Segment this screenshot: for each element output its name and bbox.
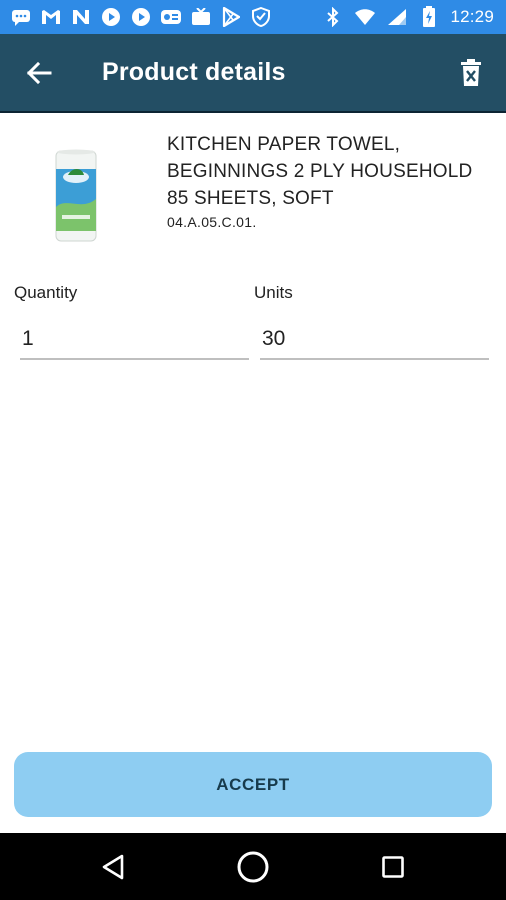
back-button[interactable] — [22, 56, 56, 90]
product-code: 04.A.05.C.01. — [167, 214, 257, 230]
status-time: 12:29 — [450, 7, 494, 26]
page-title: Product details — [102, 58, 286, 86]
arrow-left-icon — [26, 61, 52, 85]
gmail-icon — [40, 7, 62, 27]
wifi-icon — [354, 7, 376, 27]
system-indicators: 12:29 — [322, 6, 506, 27]
product-image — [52, 149, 100, 243]
play-circle-icon — [130, 7, 152, 27]
tv-icon — [190, 7, 212, 27]
home-circle-icon — [237, 851, 269, 883]
play-circle-icon — [100, 7, 122, 27]
quantity-input[interactable] — [20, 320, 249, 360]
accept-button[interactable]: ACCEPT — [14, 752, 492, 817]
battery-icon — [418, 6, 440, 27]
back-triangle-icon — [102, 854, 124, 880]
cell-signal-icon — [386, 7, 408, 27]
media-icon — [160, 7, 182, 27]
units-input[interactable] — [260, 320, 489, 360]
units-label: Units — [254, 283, 293, 302]
app-bar: Product details — [0, 34, 506, 112]
product-name: KITCHEN PAPER TOWEL, BEGINNINGS 2 PLY HO… — [167, 134, 473, 209]
system-nav-bar — [0, 833, 506, 900]
play-store-icon — [220, 7, 242, 27]
recents-square-icon — [382, 856, 404, 878]
delete-button[interactable] — [454, 56, 488, 90]
n-app-icon — [70, 7, 92, 27]
bluetooth-icon — [322, 7, 344, 27]
quantity-label: Quantity — [14, 283, 78, 302]
nav-home-button[interactable] — [235, 849, 271, 885]
nav-back-button[interactable] — [95, 849, 131, 885]
product-summary: KITCHEN PAPER TOWEL, BEGINNINGS 2 PLY HO… — [0, 113, 506, 263]
message-icon — [10, 7, 32, 27]
notification-icons — [0, 7, 272, 27]
status-bar: 12:29 — [0, 0, 506, 34]
shield-icon — [250, 7, 272, 27]
trash-icon — [461, 59, 481, 86]
nav-recents-button[interactable] — [375, 849, 411, 885]
